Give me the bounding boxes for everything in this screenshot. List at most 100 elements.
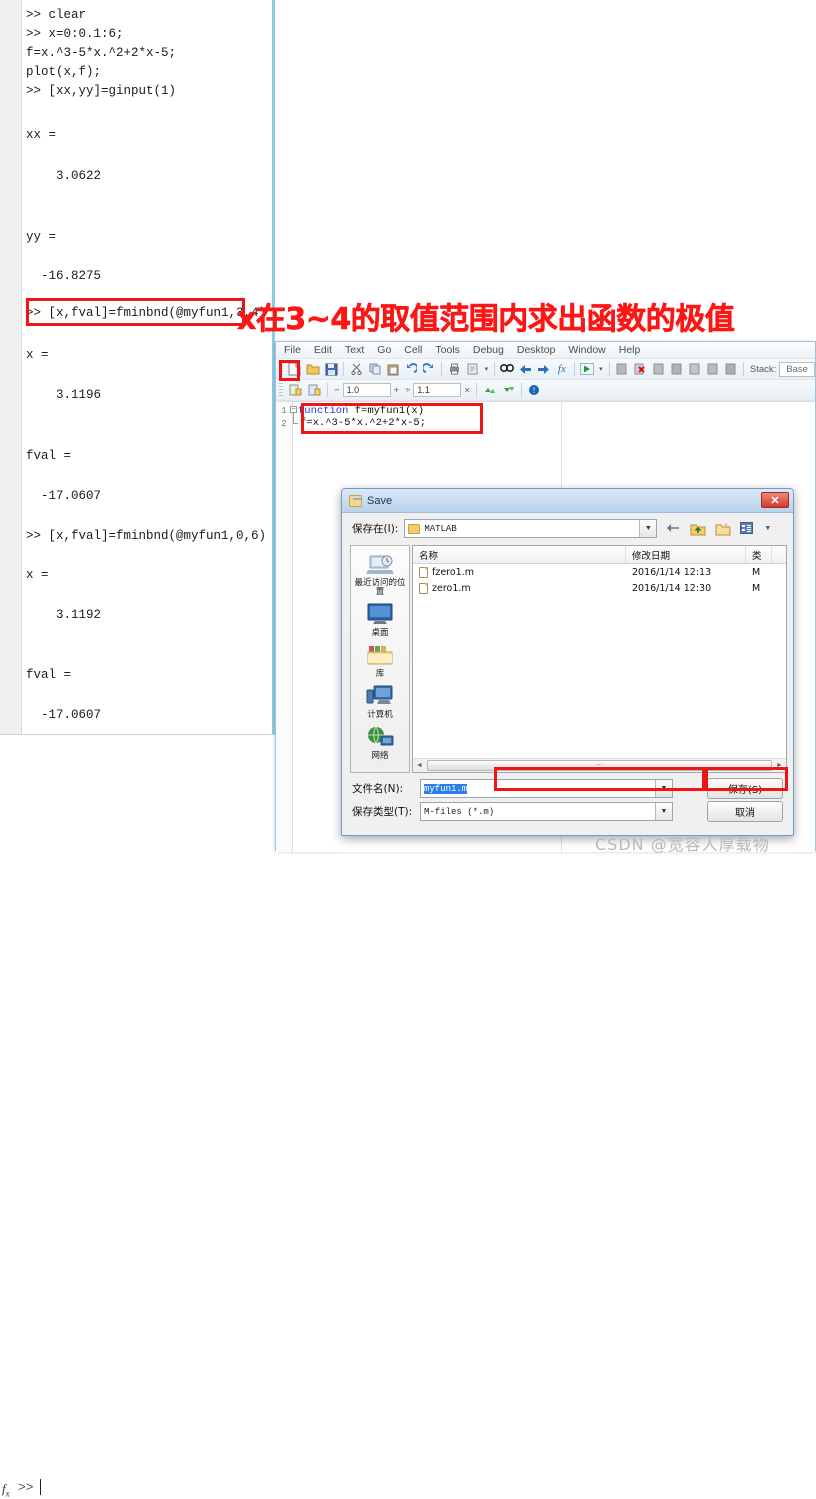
column-header-type[interactable]: 类 [746,546,772,563]
back-arrow-icon[interactable] [663,520,682,538]
place-computer[interactable]: 计算机 [351,684,409,720]
scroll-left-arrow-icon[interactable]: ◄ [413,762,426,769]
exit-debug-icon[interactable] [723,361,739,378]
clear-breakpoints-icon[interactable] [632,361,648,378]
step-in-icon[interactable] [668,361,684,378]
chevron-down-icon[interactable]: ▼ [655,803,672,820]
chevron-down-icon[interactable]: ▼ [639,520,657,537]
output-line: -17.0607 [26,489,102,503]
redo-icon[interactable] [421,361,437,378]
back-arrow-icon[interactable] [517,361,533,378]
menu-help[interactable]: Help [619,344,641,356]
file-name-text: zero1.m [432,582,471,594]
output-line: fval = [26,668,72,682]
print-preview-icon[interactable] [464,361,480,378]
view-mode-icon[interactable] [738,520,757,538]
print-icon[interactable] [446,361,462,378]
column-header-date[interactable]: 修改日期 [626,546,746,563]
menu-window[interactable]: Window [568,344,605,356]
run-dropdown-icon[interactable]: ▾ [597,361,605,378]
place-label: 网络 [371,751,389,761]
output-line: 3.0622 [26,169,102,183]
cell-mode-icon[interactable] [287,382,304,399]
menu-tools[interactable]: Tools [435,344,460,356]
multiply-icon[interactable]: × [464,385,470,396]
multiply-factor-field[interactable]: 1.1 [413,383,462,397]
file-date-cell: 2016/1/14 12:30 [632,582,712,594]
cancel-button[interactable]: 取消 [707,801,783,822]
code-fold-toggle-icon[interactable]: − [290,406,297,413]
divide-icon[interactable]: ÷ [405,385,410,396]
place-recent[interactable]: 最近访问的位置 [351,552,409,597]
editor-toolbar-main[interactable]: ▾ fx ▾ Stack: Base [276,359,815,380]
menu-text[interactable]: Text [345,344,364,356]
new-folder-icon[interactable] [713,520,732,538]
place-desktop[interactable]: 桌面 [351,602,409,638]
up-folder-icon[interactable] [688,520,707,538]
editor-toolbar-cell[interactable]: − 1.0 + ÷ 1.1 × ! [276,380,815,401]
function-browser-icon[interactable]: fx [554,361,570,378]
filetype-row[interactable]: 保存类型(T): M-files (*.m) ▼ [352,802,673,821]
file-list-header[interactable]: 名称 修改日期 类 [413,546,786,564]
decrement-icon[interactable]: − [334,385,340,396]
code-fold-foot [293,423,298,424]
filename-label: 文件名(N): [352,783,404,795]
place-network[interactable]: 网络 [351,725,409,761]
print-dropdown-icon[interactable]: ▾ [483,361,491,378]
help-icon[interactable]: ! [526,382,543,399]
output-line: >> clear [26,8,87,22]
dialog-places-bar[interactable]: 最近访问的位置 桌面 库 计算机 网络 [350,545,410,773]
libraries-icon [365,643,395,669]
toolbar-separator [608,362,610,376]
fx-icon[interactable]: fx [2,1481,10,1499]
forward-arrow-icon[interactable] [536,361,552,378]
save-icon[interactable] [323,361,339,378]
step-icon[interactable] [650,361,666,378]
stack-combo[interactable]: Base [779,361,815,377]
command-prompt-row[interactable]: fx >> [0,735,275,1499]
open-folder-icon[interactable] [305,361,321,378]
run-icon[interactable] [579,361,595,378]
folder-path-combo[interactable]: MATLAB ▼ [404,519,658,538]
place-label: 最近访问的位置 [354,578,406,597]
find-icon[interactable] [499,361,515,378]
close-icon[interactable]: ✕ [761,492,789,508]
editor-menubar[interactable]: File Edit Text Go Cell Tools Debug Deskt… [276,342,815,359]
desktop-icon [365,602,395,628]
next-cell-icon[interactable] [481,382,498,399]
table-row[interactable]: fzero1.m 2016/1/14 12:13 M [413,564,786,580]
prev-cell-icon[interactable] [500,382,517,399]
toolbar-separator [573,362,575,376]
table-row[interactable]: zero1.m 2016/1/14 12:30 M [413,580,786,596]
cut-icon[interactable] [348,361,364,378]
save-window-icon [349,494,362,507]
annotation-box-new-file [279,360,300,381]
editor-line-numbers: 1 2 [276,402,293,852]
continue-icon[interactable] [705,361,721,378]
menu-desktop[interactable]: Desktop [517,344,556,356]
dialog-path-row[interactable]: 保存在(I): MATLAB ▼ ▼ [342,514,793,543]
stack-label: Stack: [749,363,777,375]
menu-go[interactable]: Go [377,344,391,356]
cell-toolbar-icon[interactable] [306,382,323,399]
step-out-icon[interactable] [686,361,702,378]
toolbar-grip[interactable] [279,383,283,397]
filetype-select[interactable]: M-files (*.m) ▼ [420,802,673,821]
prompt-chevron: >> [18,1480,34,1495]
menu-edit[interactable]: Edit [314,344,332,356]
dialog-titlebar[interactable]: Save ✕ [342,489,793,513]
place-libraries[interactable]: 库 [351,643,409,679]
menu-file[interactable]: File [284,344,301,356]
column-header-name[interactable]: 名称 [413,546,626,563]
file-list[interactable]: 名称 修改日期 类 fzero1.m 2016/1/14 12:13 M zer… [412,545,787,773]
output-line: 3.1192 [26,608,102,622]
copy-icon[interactable] [367,361,383,378]
view-dropdown-icon[interactable]: ▼ [763,520,772,538]
paste-icon[interactable] [385,361,401,378]
divide-factor-field[interactable]: 1.0 [342,383,391,397]
set-breakpoint-icon[interactable] [614,361,630,378]
menu-debug[interactable]: Debug [473,344,504,356]
menu-cell[interactable]: Cell [404,344,422,356]
undo-icon[interactable] [403,361,419,378]
increment-icon[interactable]: + [394,385,400,396]
